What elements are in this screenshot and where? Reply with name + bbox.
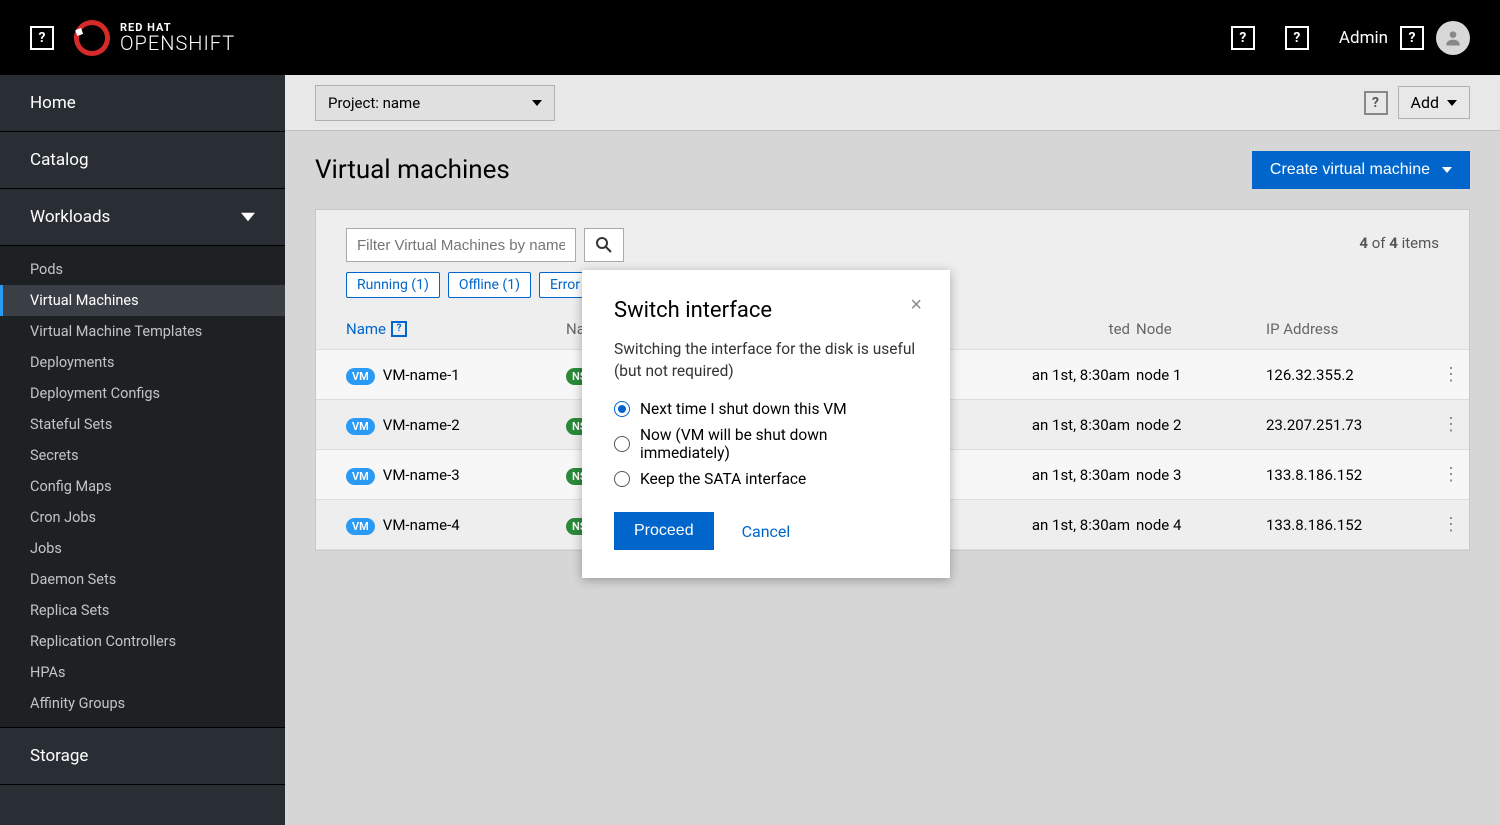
brand-product: OPENSHIFT	[120, 33, 235, 53]
openshift-logo-icon	[69, 14, 115, 60]
sidebar-sub-item[interactable]: HPAs	[0, 657, 285, 688]
cell-created: an 1st, 8:30am	[966, 516, 1136, 534]
row-kebab-button[interactable]: ⋮	[1426, 414, 1476, 435]
sidebar-item-workloads[interactable]: Workloads	[0, 189, 285, 246]
caret-down-icon	[532, 100, 542, 106]
search-button[interactable]	[584, 228, 624, 262]
sidebar-sub-item[interactable]: Virtual Machine Templates	[0, 316, 285, 347]
cancel-button[interactable]: Cancel	[742, 522, 791, 541]
sidebar-item-home[interactable]: Home	[0, 75, 285, 132]
sidebar-sub-item[interactable]: Replica Sets	[0, 595, 285, 626]
sidebar-sub-item[interactable]: Stateful Sets	[0, 409, 285, 440]
cell-name: VMVM-name-3	[346, 466, 566, 484]
radio-label: Keep the SATA interface	[640, 470, 806, 488]
sidebar-sub-item[interactable]: Cron Jobs	[0, 502, 285, 533]
modal-radio-option[interactable]: Now (VM will be shut down immediately)	[614, 426, 918, 462]
sidebar-workloads-label: Workloads	[30, 207, 110, 227]
modal-title: Switch interface	[614, 298, 918, 323]
row-kebab-button[interactable]: ⋮	[1426, 514, 1476, 535]
user-help-icon[interactable]: ?	[1400, 26, 1424, 50]
filter-tag[interactable]: Running (1)	[346, 272, 440, 298]
cell-created: an 1st, 8:30am	[966, 416, 1136, 434]
modal-close-button[interactable]: ×	[910, 294, 922, 317]
create-vm-button[interactable]: Create virtual machine	[1252, 151, 1470, 189]
sidebar-sub-item[interactable]: Affinity Groups	[0, 688, 285, 719]
sidebar-sub-item[interactable]: Virtual Machines	[0, 285, 285, 316]
column-name[interactable]: Name ?	[346, 320, 566, 338]
radio-icon[interactable]	[614, 436, 630, 452]
page-title: Virtual machines	[315, 155, 510, 185]
caret-down-icon	[1442, 167, 1452, 173]
sidebar: Home Catalog Workloads PodsVirtual Machi…	[0, 75, 285, 825]
sidebar-sub-item[interactable]: Replication Controllers	[0, 626, 285, 657]
filter-tag[interactable]: Offline (1)	[448, 272, 531, 298]
cell-name: VMVM-name-1	[346, 366, 566, 384]
chevron-down-icon	[241, 210, 255, 224]
vm-badge: VM	[346, 368, 375, 385]
vm-badge: VM	[346, 468, 375, 485]
radio-label: Next time I shut down this VM	[640, 400, 847, 418]
sidebar-sub-item[interactable]: Pods	[0, 254, 285, 285]
avatar-icon[interactable]	[1436, 21, 1470, 55]
column-ip[interactable]: IP Address	[1266, 320, 1426, 338]
radio-label: Now (VM will be shut down immediately)	[640, 426, 918, 462]
add-label: Add	[1411, 93, 1439, 112]
caret-down-icon	[1447, 100, 1457, 106]
username-label: Admin	[1339, 28, 1388, 48]
help-icon[interactable]: ?	[1231, 26, 1255, 50]
sidebar-sub-item[interactable]: Daemon Sets	[0, 564, 285, 595]
modal-description: Switching the interface for the disk is …	[614, 339, 918, 382]
project-bar: Project: name ? Add	[285, 75, 1500, 131]
project-selector-label: Project: name	[328, 94, 420, 112]
cell-ip: 126.32.355.2	[1266, 366, 1426, 384]
cell-name: VMVM-name-4	[346, 516, 566, 534]
item-count: 4 of 4 items	[1359, 228, 1439, 252]
cell-node: node 2	[1136, 416, 1266, 434]
column-name-help-icon[interactable]: ?	[391, 321, 407, 337]
row-kebab-button[interactable]: ⋮	[1426, 364, 1476, 385]
create-vm-label: Create virtual machine	[1270, 161, 1430, 179]
column-node[interactable]: Node	[1136, 320, 1266, 338]
radio-icon[interactable]	[614, 401, 630, 417]
app-launcher-icon[interactable]: ?	[30, 26, 54, 50]
projectbar-help-icon[interactable]: ?	[1364, 91, 1388, 115]
cell-created: an 1st, 8:30am	[966, 366, 1136, 384]
switch-interface-modal: Switch interface × Switching the interfa…	[582, 270, 950, 578]
cell-ip: 133.8.186.152	[1266, 466, 1426, 484]
sidebar-sub-item[interactable]: Secrets	[0, 440, 285, 471]
cell-ip: 133.8.186.152	[1266, 516, 1426, 534]
column-created[interactable]: ted	[966, 320, 1136, 338]
vm-badge: VM	[346, 518, 375, 535]
sidebar-sub-item[interactable]: Jobs	[0, 533, 285, 564]
sidebar-item-catalog[interactable]: Catalog	[0, 132, 285, 189]
filter-input[interactable]	[346, 228, 576, 262]
radio-icon[interactable]	[614, 471, 630, 487]
modal-radio-option[interactable]: Next time I shut down this VM	[614, 400, 918, 418]
cell-node: node 4	[1136, 516, 1266, 534]
row-kebab-button[interactable]: ⋮	[1426, 464, 1476, 485]
cell-node: node 1	[1136, 366, 1266, 384]
sidebar-sub-item[interactable]: Config Maps	[0, 471, 285, 502]
proceed-button[interactable]: Proceed	[614, 512, 714, 550]
project-selector[interactable]: Project: name	[315, 85, 555, 121]
sidebar-sub-item[interactable]: Deployment Configs	[0, 378, 285, 409]
sidebar-sub-item[interactable]: Deployments	[0, 347, 285, 378]
notifications-icon[interactable]: ?	[1285, 26, 1309, 50]
topbar: ? RED HAT OPENSHIFT ? ? Admin ?	[0, 0, 1500, 75]
add-button[interactable]: Add	[1398, 86, 1470, 119]
cell-node: node 3	[1136, 466, 1266, 484]
cell-created: an 1st, 8:30am	[966, 466, 1136, 484]
cell-name: VMVM-name-2	[346, 416, 566, 434]
modal-radio-option[interactable]: Keep the SATA interface	[614, 470, 918, 488]
cell-ip: 23.207.251.73	[1266, 416, 1426, 434]
sidebar-item-storage[interactable]: Storage	[0, 728, 285, 785]
search-icon	[596, 237, 612, 253]
logo: RED HAT OPENSHIFT	[74, 20, 235, 56]
vm-badge: VM	[346, 418, 375, 435]
